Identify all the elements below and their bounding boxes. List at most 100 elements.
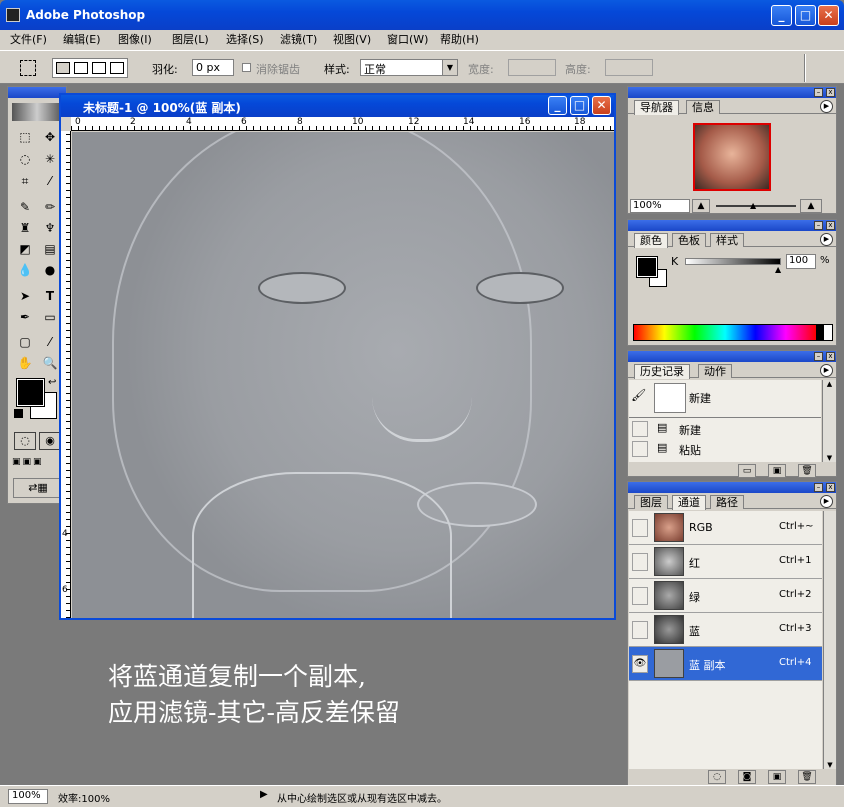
channels-scrollbar[interactable]: ▼ xyxy=(823,511,836,769)
path-select-icon[interactable]: ➤ xyxy=(14,286,36,306)
quickmask-mode-icon[interactable]: ◉ xyxy=(39,432,61,450)
feather-input[interactable]: 0 px xyxy=(192,59,234,76)
crop-icon[interactable]: ⌗ xyxy=(14,171,36,191)
panel-menu-arrow-icon[interactable]: ▶ xyxy=(820,100,833,113)
k-slider-thumb[interactable]: ▲ xyxy=(775,265,781,274)
history-title-bar[interactable]: – x xyxy=(628,351,836,362)
panel-close-icon[interactable]: x xyxy=(826,88,835,97)
eye-icon[interactable]: 👁 xyxy=(632,655,648,673)
menu-edit[interactable]: 编辑(E) xyxy=(63,30,101,50)
document-canvas[interactable] xyxy=(72,132,614,618)
eye-logo-icon[interactable] xyxy=(12,103,62,121)
history-checkbox[interactable] xyxy=(632,441,648,457)
channel-row-rgb[interactable]: RGB Ctrl+~ xyxy=(629,511,822,545)
trash-icon[interactable]: 🗑 xyxy=(798,464,816,478)
history-checkbox[interactable] xyxy=(632,421,648,437)
visibility-toggle[interactable] xyxy=(632,621,648,639)
visibility-toggle[interactable] xyxy=(632,553,648,571)
document-title-bar[interactable]: 未标题-1 @ 100%(蓝 副本) _ □ ✕ xyxy=(61,95,614,117)
doc-close-button[interactable]: ✕ xyxy=(592,96,611,115)
tab-styles[interactable]: 样式 xyxy=(710,233,744,247)
close-button[interactable]: ✕ xyxy=(818,5,839,26)
toolbox-title-bar[interactable] xyxy=(8,87,66,98)
zoom-slider-thumb[interactable]: ▲ xyxy=(750,201,756,210)
history-scrollbar[interactable]: ▲ ▼ xyxy=(822,380,836,462)
photoshop-app-icon[interactable] xyxy=(6,8,20,22)
panel-menu-arrow-icon[interactable]: ▶ xyxy=(820,233,833,246)
tab-layers[interactable]: 图层 xyxy=(634,495,668,509)
gradient-icon[interactable]: ▤ xyxy=(39,239,61,259)
menu-filter[interactable]: 滤镜(T) xyxy=(280,30,317,50)
menu-view[interactable]: 视图(V) xyxy=(333,30,371,50)
tab-swatches[interactable]: 色板 xyxy=(672,233,706,247)
zoom-icon[interactable]: 🔍 xyxy=(39,353,61,373)
rect-marquee-icon[interactable]: ⬚ xyxy=(14,127,36,147)
panel-menu-arrow-icon[interactable]: ▶ xyxy=(820,364,833,377)
doc-minimize-button[interactable]: _ xyxy=(548,96,567,115)
channels-title-bar[interactable]: – x xyxy=(628,482,836,493)
move-tool-icon[interactable]: ✥ xyxy=(39,127,61,147)
menu-image[interactable]: 图像(I) xyxy=(118,30,152,50)
eyedropper-icon[interactable]: ⁄ xyxy=(39,332,61,352)
new-document-from-state-icon[interactable]: ▭ xyxy=(738,464,756,478)
notes-icon[interactable]: ▢ xyxy=(14,332,36,352)
healing-brush-icon[interactable]: ✎ xyxy=(14,197,36,217)
hand-icon[interactable]: ✋ xyxy=(14,353,36,373)
panel-close-icon[interactable]: x xyxy=(826,221,835,230)
channel-row-blue[interactable]: 蓝 Ctrl+3 xyxy=(629,613,822,647)
history-brush-icon[interactable]: ♆ xyxy=(39,218,61,238)
panel-minimize-icon[interactable]: – xyxy=(814,88,823,97)
tab-info[interactable]: 信息 xyxy=(686,100,720,114)
menu-layer[interactable]: 图层(L) xyxy=(172,30,209,50)
subtract-selection-icon[interactable] xyxy=(92,62,106,74)
blur-icon[interactable]: 💧 xyxy=(14,260,36,280)
marquee-tool-preset-icon[interactable] xyxy=(20,60,36,76)
antialias-checkbox[interactable] xyxy=(242,63,251,72)
k-slider-bar[interactable] xyxy=(685,258,781,265)
height-input[interactable] xyxy=(605,59,653,76)
visibility-toggle[interactable] xyxy=(632,587,648,605)
clone-stamp-icon[interactable]: ♜ xyxy=(14,218,36,238)
menu-window[interactable]: 窗口(W) xyxy=(387,30,428,50)
channel-row-red[interactable]: 红 Ctrl+1 xyxy=(629,545,822,579)
panel-minimize-icon[interactable]: – xyxy=(814,352,823,361)
jump-to-imageready-icon[interactable]: ⇄▦ xyxy=(13,478,63,498)
visibility-toggle[interactable] xyxy=(632,519,648,537)
doc-maximize-button[interactable]: □ xyxy=(570,96,589,115)
channel-row-green[interactable]: 绿 Ctrl+2 xyxy=(629,579,822,613)
chevron-down-icon[interactable]: ▼ xyxy=(442,60,457,75)
status-zoom-field[interactable]: 100% xyxy=(8,789,48,804)
pen-icon[interactable]: ✒ xyxy=(14,307,36,327)
panel-minimize-icon[interactable]: – xyxy=(814,221,823,230)
tab-channels[interactable]: 通道 xyxy=(672,495,706,510)
magic-wand-icon[interactable]: ✳ xyxy=(39,149,61,169)
lasso-icon[interactable]: ◌ xyxy=(14,149,36,169)
type-tool-icon[interactable]: T xyxy=(39,286,61,306)
style-select[interactable]: 正常 ▼ xyxy=(360,59,458,76)
history-brush-source-icon[interactable]: 🖌 xyxy=(631,388,646,402)
panel-close-icon[interactable]: x xyxy=(826,483,835,492)
maximize-button[interactable]: □ xyxy=(795,5,816,26)
tab-navigator[interactable]: 导航器 xyxy=(634,100,679,115)
panel-menu-arrow-icon[interactable]: ▶ xyxy=(820,495,833,508)
save-selection-icon[interactable]: ◙ xyxy=(738,770,756,784)
dodge-icon[interactable]: ● xyxy=(39,260,61,280)
tab-color[interactable]: 颜色 xyxy=(634,233,668,248)
color-title-bar[interactable]: – x xyxy=(628,220,836,231)
color-ramp[interactable] xyxy=(633,324,833,341)
swap-colors-icon[interactable]: ↩ xyxy=(48,377,56,388)
width-input[interactable] xyxy=(508,59,556,76)
zoom-out-icon[interactable]: ▲ xyxy=(692,199,710,213)
standard-mode-icon[interactable]: ◌ xyxy=(14,432,36,450)
tab-paths[interactable]: 路径 xyxy=(710,495,744,509)
tab-history[interactable]: 历史记录 xyxy=(634,364,690,379)
shape-icon[interactable]: ▭ xyxy=(39,307,61,327)
foreground-color-swatch[interactable] xyxy=(16,378,45,407)
history-item-new[interactable]: ▤ 新建 xyxy=(629,419,821,439)
minimize-button[interactable]: _ xyxy=(771,5,792,26)
eraser-icon[interactable]: ◩ xyxy=(14,239,36,259)
menu-select[interactable]: 选择(S) xyxy=(226,30,264,50)
load-selection-icon[interactable]: ◌ xyxy=(708,770,726,784)
screen-mode-icons[interactable]: ▣▣▣ xyxy=(12,457,64,473)
tab-actions[interactable]: 动作 xyxy=(698,364,732,378)
